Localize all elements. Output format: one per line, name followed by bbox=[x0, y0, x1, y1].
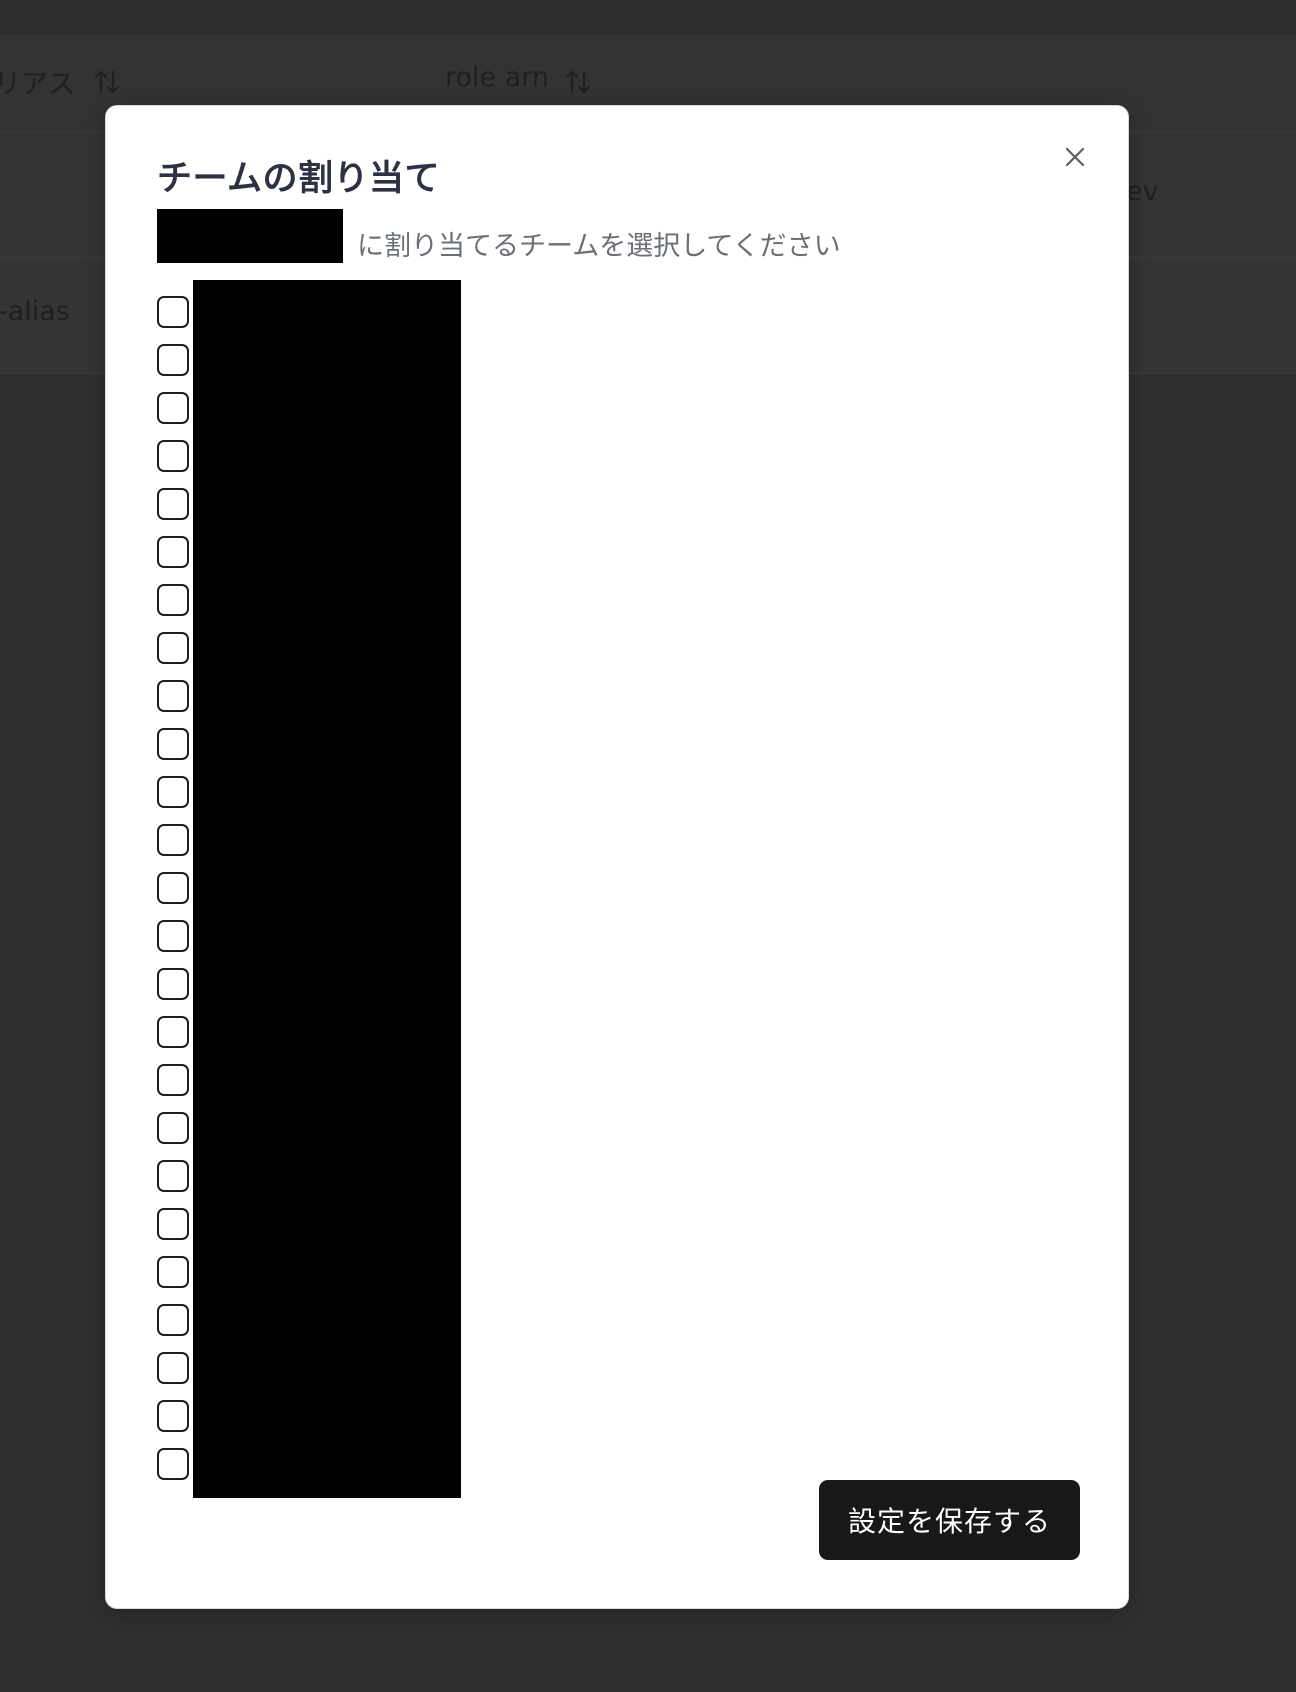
team-checkbox[interactable] bbox=[157, 968, 189, 1000]
team-checkbox[interactable] bbox=[157, 632, 189, 664]
team-checkbox[interactable] bbox=[157, 1208, 189, 1240]
team-checkbox[interactable] bbox=[157, 488, 189, 520]
team-checkbox[interactable] bbox=[157, 344, 189, 376]
team-checkbox[interactable] bbox=[157, 1304, 189, 1336]
team-checkbox[interactable] bbox=[157, 920, 189, 952]
column-header-alias[interactable]: リアス bbox=[0, 62, 75, 101]
dialog-subtitle: に割り当てるチームを選択してください bbox=[357, 230, 841, 262]
team-checkbox[interactable] bbox=[157, 1448, 189, 1480]
dialog-description: に割り当てるチームを選択してください bbox=[157, 208, 841, 264]
team-checkbox[interactable] bbox=[157, 872, 189, 904]
close-icon bbox=[1065, 147, 1085, 167]
redacted-role-name bbox=[157, 209, 343, 263]
background-topbar bbox=[0, 0, 1296, 34]
column-header-role-arn[interactable]: role arn bbox=[445, 62, 549, 93]
close-button[interactable] bbox=[1057, 139, 1093, 175]
team-checkbox[interactable] bbox=[157, 584, 189, 616]
page: リアス role arn ev -alias チームの割り当て に割り当てるチー… bbox=[0, 0, 1296, 1692]
team-checkbox[interactable] bbox=[157, 296, 189, 328]
team-checkbox[interactable] bbox=[157, 728, 189, 760]
team-checkbox[interactable] bbox=[157, 1016, 189, 1048]
team-checkbox[interactable] bbox=[157, 536, 189, 568]
team-checkbox[interactable] bbox=[157, 1064, 189, 1096]
redacted-team-names bbox=[193, 280, 461, 1498]
team-checkbox[interactable] bbox=[157, 680, 189, 712]
team-checkbox[interactable] bbox=[157, 1400, 189, 1432]
save-settings-button[interactable]: 設定を保存する bbox=[819, 1480, 1080, 1560]
team-checkbox[interactable] bbox=[157, 824, 189, 856]
sort-icon[interactable] bbox=[93, 68, 121, 96]
team-checkbox[interactable] bbox=[157, 776, 189, 808]
dialog-title: チームの割り当て bbox=[157, 159, 440, 199]
team-checkbox[interactable] bbox=[157, 1352, 189, 1384]
team-checkbox[interactable] bbox=[157, 440, 189, 472]
team-checkbox[interactable] bbox=[157, 1112, 189, 1144]
assign-team-dialog: チームの割り当て に割り当てるチームを選択してください 設定を保存する bbox=[105, 105, 1129, 1609]
team-checkbox[interactable] bbox=[157, 1160, 189, 1192]
sort-icon[interactable] bbox=[564, 68, 592, 96]
table-cell: ev bbox=[1126, 176, 1159, 207]
table-cell: -alias bbox=[0, 296, 70, 327]
team-checkbox[interactable] bbox=[157, 1256, 189, 1288]
team-checkbox[interactable] bbox=[157, 392, 189, 424]
